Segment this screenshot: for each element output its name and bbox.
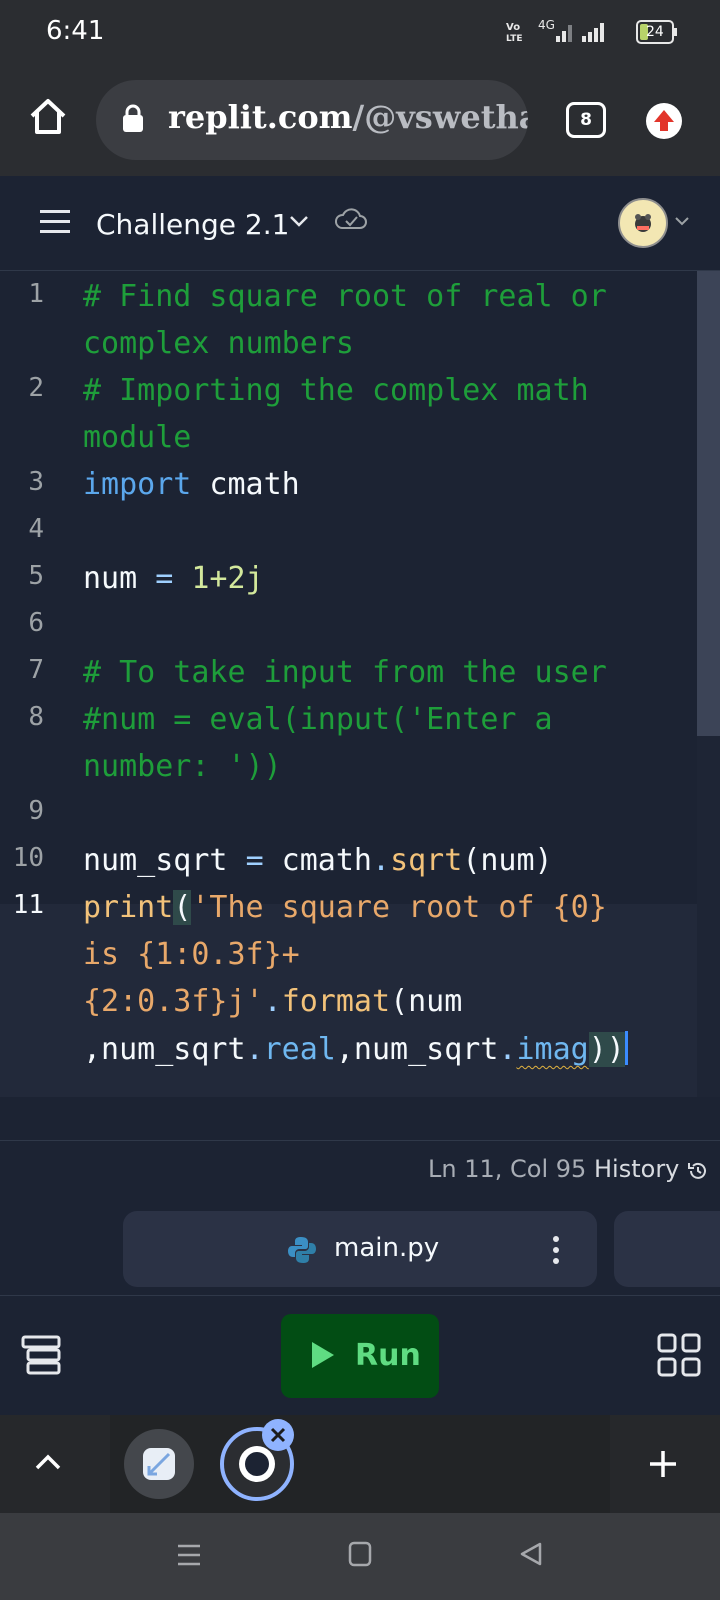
chevron-down-icon[interactable] [288, 214, 310, 228]
battery-level: 24 [646, 24, 664, 40]
tab-thumbnail[interactable] [124, 1429, 194, 1499]
scrollbar-thumb[interactable] [697, 271, 720, 736]
new-tab-button[interactable] [610, 1415, 720, 1513]
volte-icon: Vo LTE [506, 22, 523, 42]
code-line: # Find square root of real or [83, 279, 607, 314]
line-number: 7 [28, 655, 44, 685]
more-options-icon[interactable] [551, 1235, 561, 1265]
browser-tab-strip [0, 1415, 720, 1513]
cloud-saved-icon[interactable] [334, 206, 368, 232]
lock-icon [123, 104, 143, 132]
line-number: 6 [28, 608, 44, 638]
run-button[interactable]: Run [281, 1314, 439, 1398]
home-button-icon[interactable] [348, 1541, 372, 1567]
code-line: #num = eval(input('Enter a [83, 702, 553, 737]
status-bar: 6:41 Vo LTE 4G 24 [0, 0, 720, 64]
recents-menu-icon[interactable] [176, 1543, 202, 1567]
code-editor[interactable]: 1 2 3 4 5 6 7 8 9 10 11 # Find square ro… [0, 271, 720, 1097]
code-line: ,num_sqrt.real,num_sqrt.imag)) [83, 1031, 628, 1067]
line-number: 4 [28, 514, 44, 544]
file-name: main.py [334, 1233, 440, 1263]
tools-grid-icon[interactable] [656, 1332, 702, 1378]
play-icon [312, 1342, 334, 1368]
system-nav-bar [0, 1513, 720, 1600]
run-label: Run [355, 1338, 421, 1373]
network-type: 4G [538, 18, 555, 32]
close-icon [270, 1427, 286, 1443]
back-icon[interactable] [518, 1541, 544, 1567]
text-cursor [624, 1031, 628, 1065]
code-line: {2:0.3f}j'.format(num [83, 984, 463, 1019]
python-icon [288, 1237, 316, 1263]
update-button[interactable] [646, 103, 682, 139]
action-bar: Run [0, 1296, 720, 1414]
code-line: module [83, 420, 192, 455]
code-line: complex numbers [83, 326, 354, 361]
cursor-position: Ln 11, Col 95 [428, 1155, 587, 1183]
code-line: is {1:0.3f}+ [83, 937, 300, 972]
address-bar[interactable]: replit.com/@vswethacs [96, 80, 528, 160]
home-icon[interactable] [28, 96, 68, 136]
editor-status-bar: Ln 11, Col 95 History [0, 1140, 720, 1202]
line-number-active: 11 [12, 890, 44, 920]
close-tab-button[interactable] [262, 1419, 294, 1451]
chevron-up-icon [35, 1454, 61, 1470]
history-icon[interactable] [686, 1159, 710, 1183]
history-button[interactable]: History [594, 1155, 679, 1183]
line-number: 2 [28, 373, 44, 403]
battery-icon: 24 [636, 20, 677, 44]
code-line: print('The square root of {0} [83, 890, 607, 925]
code-line: num = 1+2j [83, 561, 264, 596]
workspace-header: Challenge 2.1 [0, 176, 720, 271]
collapse-strip-button[interactable] [0, 1415, 110, 1513]
repl-title[interactable]: Challenge 2.1 [96, 208, 289, 241]
avatar[interactable] [618, 198, 668, 248]
image-icon [143, 1448, 175, 1480]
svg-text:LTE: LTE [506, 34, 523, 42]
code-line: number: ')) [83, 749, 282, 784]
code-line: num_sqrt = cmath.sqrt(num) [83, 843, 553, 878]
browser-toolbar: replit.com/@vswethacs [0, 64, 720, 176]
layers-icon[interactable] [20, 1334, 62, 1376]
account-chevron-icon[interactable] [674, 216, 690, 226]
code-line: # Importing the complex math [83, 373, 589, 408]
svg-text:Vo: Vo [506, 22, 520, 33]
signal-icon [556, 23, 604, 42]
clock: 6:41 [46, 16, 105, 46]
update-arrow-icon [654, 110, 674, 131]
tab-switcher-button[interactable]: 8 [566, 102, 606, 138]
plus-icon [650, 1451, 676, 1477]
file-tabs: main.py [0, 1201, 720, 1296]
replit-favicon [239, 1446, 275, 1482]
file-tab-next[interactable] [614, 1211, 720, 1287]
file-tab-main-py[interactable]: main.py [123, 1211, 597, 1287]
code-line: # To take input from the user [83, 655, 607, 690]
url-text: replit.com/@vswethacs [168, 98, 528, 136]
line-number: 8 [28, 702, 44, 732]
line-number: 1 [28, 279, 44, 309]
code-line: import cmath [83, 467, 300, 502]
line-number: 3 [28, 467, 44, 497]
line-number: 9 [28, 796, 44, 826]
line-number: 10 [12, 843, 44, 873]
line-number: 5 [28, 561, 44, 591]
hamburger-menu-icon[interactable] [40, 210, 70, 234]
